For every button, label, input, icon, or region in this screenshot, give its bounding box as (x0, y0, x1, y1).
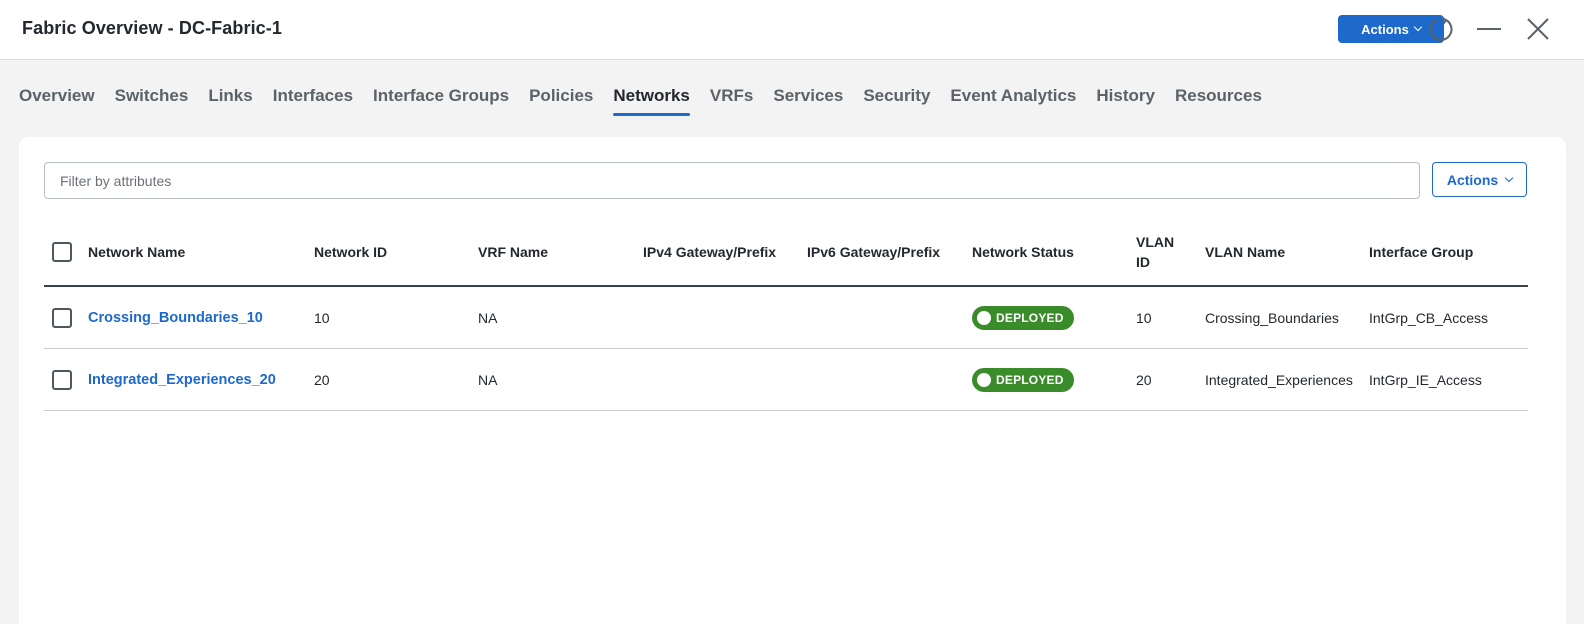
table-row[interactable]: Crossing_Boundaries_10 10 NA DEPLOYED 10… (44, 287, 1528, 349)
column-header-ipv4-gateway[interactable]: IPv4 Gateway/Prefix (643, 219, 776, 285)
column-header-vlan-name[interactable]: VLAN Name (1205, 219, 1285, 285)
table-actions-label: Actions (1446, 171, 1499, 188)
close-icon[interactable] (1523, 14, 1553, 44)
row-checkbox-cell (52, 287, 72, 348)
column-header-network-name[interactable]: Network Name (88, 219, 185, 285)
select-all-checkbox[interactable] (52, 242, 72, 262)
tab-interface-groups[interactable]: Interface Groups (373, 84, 509, 116)
title-bar: Fabric Overview - DC-Fabric-1 Actions (0, 0, 1584, 60)
tab-history[interactable]: History (1096, 84, 1155, 116)
tab-event-analytics[interactable]: Event Analytics (950, 84, 1076, 116)
network-status-cell: DEPLOYED (972, 287, 1074, 348)
page-title: Fabric Overview - DC-Fabric-1 (22, 18, 282, 38)
column-header-network-status[interactable]: Network Status (972, 219, 1074, 285)
column-header-interface-group[interactable]: Interface Group (1369, 219, 1473, 285)
row-checkbox-cell (52, 349, 72, 410)
network-name-link[interactable]: Crossing_Boundaries_10 (88, 287, 263, 348)
header-actions-label: Actions (1361, 21, 1409, 37)
status-badge-label: DEPLOYED (996, 372, 1064, 387)
chevron-down-icon (1504, 173, 1514, 182)
status-badge: DEPLOYED (972, 305, 1074, 330)
status-dot-icon (977, 372, 991, 387)
tab-networks[interactable]: Networks (613, 84, 690, 116)
vlan-id: 10 (1136, 309, 1152, 326)
vrf-name: NA (478, 309, 498, 326)
network-id: 20 (314, 371, 330, 388)
interface-group: IntGrp_IE_Access (1369, 371, 1482, 388)
interface-group: IntGrp_CB_Access (1369, 309, 1489, 326)
tab-security[interactable]: Security (863, 84, 930, 116)
tab-services[interactable]: Services (773, 84, 843, 116)
column-header-network-id[interactable]: Network ID (314, 219, 387, 285)
column-header-ipv6-gateway[interactable]: IPv6 Gateway/Prefix (807, 219, 940, 285)
row-checkbox[interactable] (52, 369, 72, 390)
network-status-cell: DEPLOYED (972, 349, 1074, 410)
vrf-name: NA (478, 371, 498, 388)
tab-vrfs[interactable]: VRFs (710, 84, 753, 116)
table-row[interactable]: Integrated_Experiences_20 20 NA DEPLOYED… (44, 349, 1528, 411)
table-actions-button[interactable]: Actions (1432, 162, 1527, 197)
column-header-vlan-id[interactable]: VLAN ID (1136, 219, 1188, 285)
filter-input[interactable] (44, 162, 1420, 199)
tab-overview[interactable]: Overview (19, 84, 95, 116)
tab-resources[interactable]: Resources (1175, 84, 1262, 116)
networks-panel: Actions Network Name Network ID VRF Name… (19, 137, 1566, 624)
status-badge: DEPLOYED (972, 367, 1074, 392)
status-dot-icon (977, 310, 991, 325)
table-header: Network Name Network ID VRF Name IPv4 Ga… (44, 219, 1528, 287)
vlan-name: Crossing_Boundaries (1205, 309, 1339, 326)
row-checkbox[interactable] (52, 307, 72, 328)
vlan-name: Integrated_Experiences (1205, 371, 1353, 388)
tab-bar: Overview Switches Links Interfaces Inter… (19, 84, 1282, 116)
network-id: 10 (314, 309, 330, 326)
chevron-down-icon (1413, 22, 1423, 32)
column-header-vrf-name[interactable]: VRF Name (478, 219, 548, 285)
networks-table: Network Name Network ID VRF Name IPv4 Ga… (44, 219, 1528, 411)
tab-switches[interactable]: Switches (115, 84, 189, 116)
vlan-id: 20 (1136, 371, 1152, 388)
tab-policies[interactable]: Policies (529, 84, 593, 116)
refresh-icon[interactable] (1426, 14, 1456, 44)
network-name-link[interactable]: Integrated_Experiences_20 (88, 349, 276, 410)
header-checkbox-cell (52, 219, 72, 285)
tab-interfaces[interactable]: Interfaces (273, 84, 353, 116)
minimize-icon[interactable] (1474, 14, 1504, 44)
tab-links[interactable]: Links (208, 84, 252, 116)
status-badge-label: DEPLOYED (996, 310, 1064, 325)
